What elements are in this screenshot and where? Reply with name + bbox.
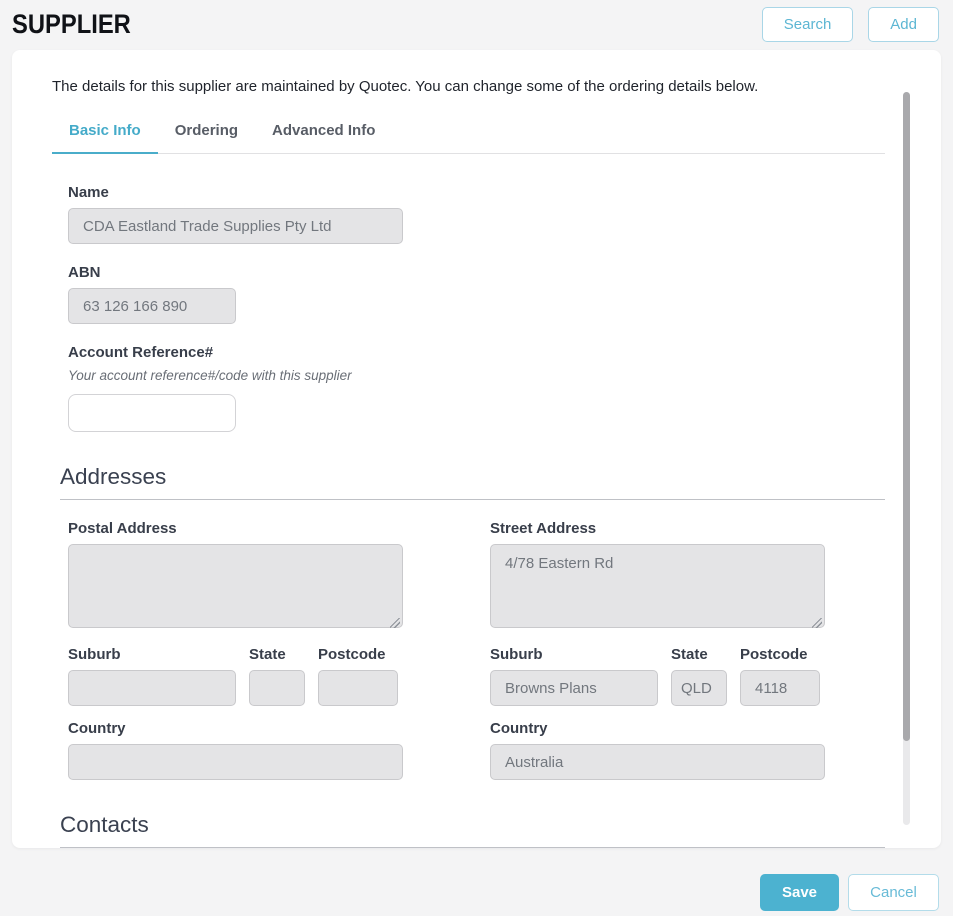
street-address-textarea: 4/78 Eastern Rd: [490, 544, 825, 628]
postal-postcode-label: Postcode: [318, 646, 398, 663]
contacts-heading: Contacts: [60, 812, 885, 838]
save-button[interactable]: Save: [760, 874, 839, 911]
postal-suburb-label: Suburb: [68, 646, 236, 663]
supplier-card: The details for this supplier are mainta…: [12, 50, 941, 848]
name-input: [68, 208, 403, 244]
name-label: Name: [68, 184, 885, 201]
postal-country-label: Country: [68, 720, 403, 737]
abn-field-group: ABN: [68, 264, 885, 324]
postal-address-textarea: [68, 544, 403, 628]
scrollbar-thumb[interactable]: [903, 92, 910, 741]
search-button[interactable]: Search: [762, 7, 854, 42]
tab-basic-info[interactable]: Basic Info: [52, 116, 158, 154]
footer-actions: Save Cancel: [760, 874, 939, 911]
name-field-group: Name: [68, 184, 885, 244]
postal-suburb-input: [68, 670, 236, 706]
postal-postcode-input: [318, 670, 398, 706]
postal-country-input: [68, 744, 403, 780]
postal-state-group: State: [249, 646, 305, 706]
account-reference-input[interactable]: [68, 394, 236, 432]
postal-address-textarea-wrap: [68, 544, 403, 633]
street-state-label: State: [671, 646, 727, 663]
street-address-column: Street Address 4/78 Eastern Rd Suburb St…: [490, 520, 825, 780]
street-suburb-group: Suburb: [490, 646, 658, 706]
tab-ordering[interactable]: Ordering: [158, 116, 255, 154]
topbar-actions: Search Add: [762, 7, 939, 42]
postal-suburb-group: Suburb: [68, 646, 236, 706]
tab-advanced-info[interactable]: Advanced Info: [255, 116, 392, 154]
page-title: SUPPLIER: [12, 9, 131, 40]
street-locality-row: Suburb State Postcode: [490, 646, 825, 706]
add-button[interactable]: Add: [868, 7, 939, 42]
contacts-section-header: Contacts: [60, 812, 885, 848]
tabbar: Basic Info Ordering Advanced Info: [52, 116, 885, 154]
street-state-input: [671, 670, 727, 706]
street-country-input: [490, 744, 825, 780]
postal-country-group: Country: [68, 720, 403, 780]
postal-address-label: Postal Address: [68, 520, 403, 537]
street-postcode-label: Postcode: [740, 646, 820, 663]
postal-address-column: Postal Address Suburb State Postcode: [68, 520, 403, 780]
street-address-textarea-wrap: 4/78 Eastern Rd: [490, 544, 825, 633]
vertical-scrollbar[interactable]: [903, 92, 910, 825]
street-suburb-input: [490, 670, 658, 706]
street-postcode-input: [740, 670, 820, 706]
addresses-section-header: Addresses: [60, 464, 885, 500]
postal-state-input: [249, 670, 305, 706]
street-country-group: Country: [490, 720, 825, 780]
abn-label: ABN: [68, 264, 885, 281]
topbar: SUPPLIER Search Add: [0, 0, 953, 50]
street-postcode-group: Postcode: [740, 646, 820, 706]
postal-state-label: State: [249, 646, 305, 663]
postal-postcode-group: Postcode: [318, 646, 398, 706]
postal-locality-row: Suburb State Postcode: [68, 646, 403, 706]
account-reference-field-group: Account Reference# Your account referenc…: [68, 344, 885, 432]
basic-info-panel: Name ABN Account Reference# Your account…: [68, 184, 885, 848]
street-state-group: State: [671, 646, 727, 706]
abn-input: [68, 288, 236, 324]
street-country-label: Country: [490, 720, 825, 737]
street-suburb-label: Suburb: [490, 646, 658, 663]
account-reference-label: Account Reference#: [68, 344, 885, 361]
supplier-notice: The details for this supplier are mainta…: [52, 78, 885, 95]
addresses-grid: Postal Address Suburb State Postcode: [68, 520, 885, 780]
account-reference-hint: Your account reference#/code with this s…: [68, 368, 885, 383]
street-address-label: Street Address: [490, 520, 825, 537]
cancel-button[interactable]: Cancel: [848, 874, 939, 911]
addresses-heading: Addresses: [60, 464, 885, 490]
